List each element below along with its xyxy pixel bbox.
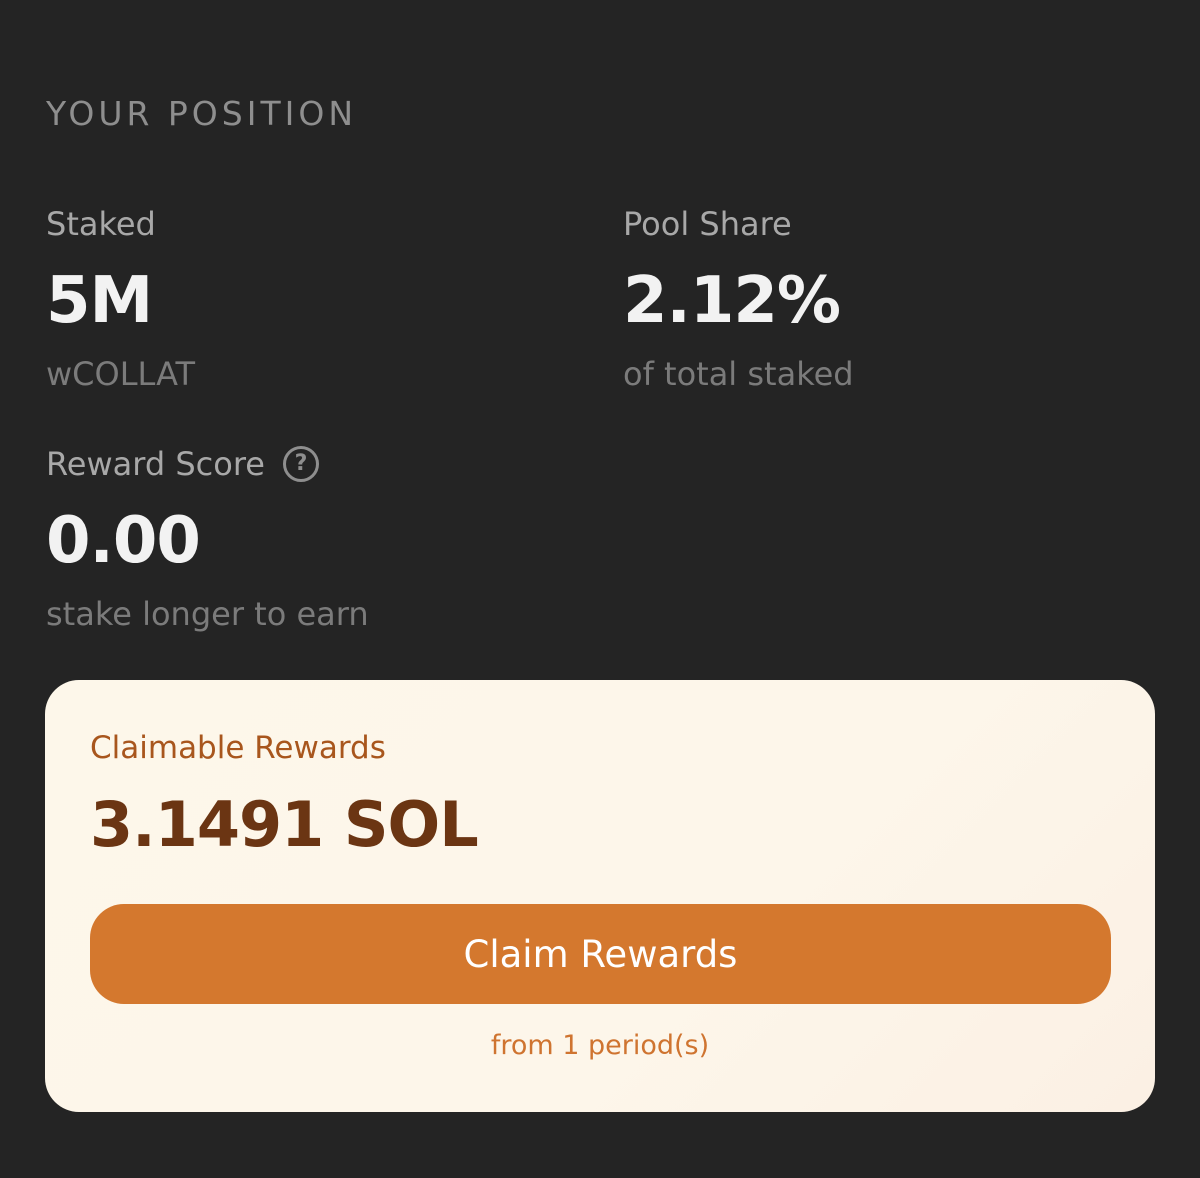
pool-share-value: 2.12% — [623, 264, 841, 338]
staked-unit: wCOLLAT — [46, 355, 196, 393]
reward-score-value: 0.00 — [46, 504, 201, 578]
claimable-rewards-label: Claimable Rewards — [90, 730, 386, 766]
pool-share-label: Pool Share — [623, 204, 854, 244]
section-title: YOUR POSITION — [46, 94, 358, 133]
staked-value: 5M — [46, 264, 153, 338]
pool-share-caption: of total staked — [623, 355, 854, 393]
question-circle-icon[interactable]: ? — [282, 446, 319, 482]
staked-stat: Staked 5M wCOLLAT — [46, 204, 195, 394]
claim-rewards-button[interactable]: Claim Rewards — [90, 904, 1111, 1004]
claim-periods-note: from 1 period(s) — [490, 1030, 710, 1061]
reward-score-label-text: Reward Score — [46, 445, 265, 483]
reward-score-stat: Reward Score ? 0.00 stake longer to earn — [46, 444, 369, 634]
staked-label: Staked — [46, 204, 195, 244]
reward-score-label: Reward Score ? — [46, 444, 369, 484]
claimable-rewards-amount: 3.1491 SOL — [90, 788, 479, 861]
reward-score-caption: stake longer to earn — [46, 595, 369, 633]
position-panel: YOUR POSITION Staked 5M wCOLLAT Pool Sha… — [0, 0, 1200, 1178]
staked-label-text: Staked — [46, 205, 156, 243]
claimable-rewards-card: Claimable Rewards 3.1491 SOL Claim Rewar… — [45, 680, 1155, 1112]
pool-share-stat: Pool Share 2.12% of total staked — [623, 204, 854, 394]
pool-share-label-text: Pool Share — [623, 205, 792, 243]
